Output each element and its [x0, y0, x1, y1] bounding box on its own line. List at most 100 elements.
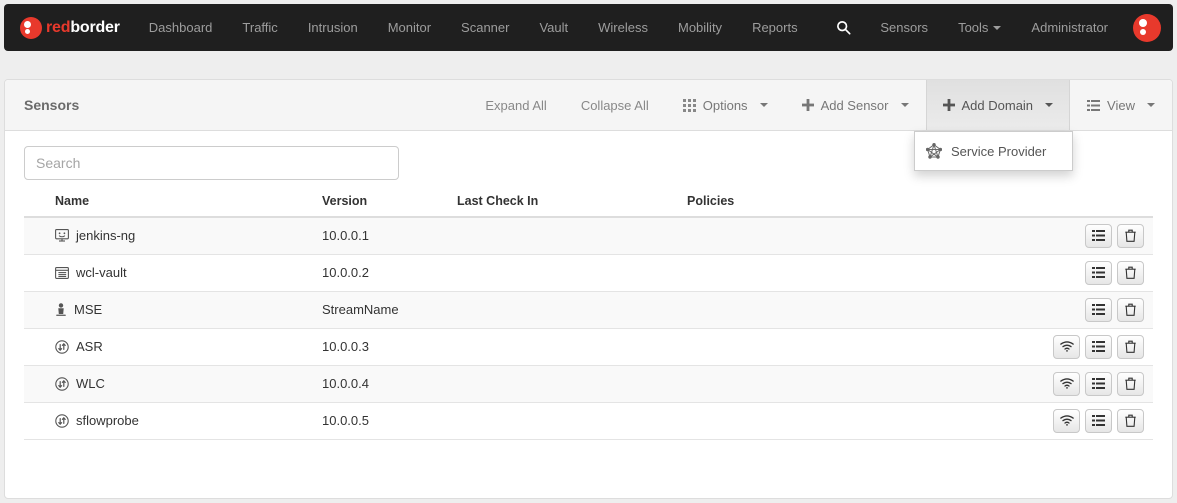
column-header-name[interactable]: Name	[24, 194, 322, 218]
sensor-name: MSE	[74, 302, 103, 317]
cell-name: MSE	[24, 291, 322, 329]
add-sensor-label: Add Sensor	[820, 97, 889, 113]
exchange-icon	[55, 339, 69, 354]
options-button[interactable]: Options	[666, 80, 785, 130]
top-navbar: redborder Dashboard Traffic Intrusion Mo…	[4, 4, 1173, 51]
nav-item-reports[interactable]: Reports	[737, 4, 813, 51]
search-icon[interactable]	[822, 4, 865, 51]
details-list-button[interactable]	[1085, 297, 1112, 322]
nav-item-dashboard[interactable]: Dashboard	[134, 4, 228, 51]
chevron-down-icon	[759, 103, 768, 107]
column-header-policies[interactable]: Policies	[687, 194, 887, 218]
details-list-button[interactable]	[1085, 223, 1112, 248]
collapse-all-label: Collapse All	[580, 97, 649, 113]
nav-item-administrator[interactable]: Administrator	[1016, 4, 1123, 51]
details-list-button[interactable]	[1085, 408, 1112, 433]
list-icon	[1087, 99, 1101, 111]
cell-last-check-in	[457, 217, 687, 255]
exchange-icon	[55, 376, 69, 391]
cell-policies	[687, 291, 887, 329]
panel-toolbar: Sensors Expand All Collapse All Options	[5, 80, 1172, 171]
dropdown-item-label: Service Provider	[951, 143, 1047, 159]
table-row[interactable]: wcl-vault 10.0.0.2	[24, 254, 1153, 292]
plus-icon	[942, 99, 955, 111]
nav-item-tools[interactable]: Tools	[943, 4, 1016, 51]
secondary-nav: Sensors Tools Administrator	[822, 4, 1173, 51]
brand-logo-link[interactable]: redborder	[4, 4, 134, 51]
column-header-last-check-in[interactable]: Last Check In	[457, 194, 687, 218]
expand-all-label: Expand All	[485, 97, 547, 113]
cell-name: WLC	[24, 365, 322, 403]
cell-policies	[687, 217, 887, 255]
cell-version: 10.0.0.4	[322, 365, 457, 403]
chevron-down-icon	[900, 103, 909, 107]
delete-button[interactable]	[1117, 334, 1144, 359]
cell-last-check-in	[457, 254, 687, 292]
expand-all-button[interactable]: Expand All	[468, 80, 563, 130]
cell-last-check-in	[457, 365, 687, 403]
wifi-button[interactable]	[1053, 371, 1080, 396]
cell-last-check-in	[457, 291, 687, 329]
search-input[interactable]	[24, 146, 399, 180]
monitor-icon	[55, 229, 69, 242]
delete-button[interactable]	[1117, 223, 1144, 248]
nav-item-vault[interactable]: Vault	[524, 4, 583, 51]
sensor-name: ASR	[76, 339, 103, 354]
network-pentagon-icon	[926, 143, 942, 159]
delete-button[interactable]	[1117, 408, 1144, 433]
cell-actions	[887, 402, 1153, 440]
chevron-down-icon	[1045, 103, 1054, 107]
brand-name-border: border	[70, 18, 120, 36]
delete-button[interactable]	[1117, 371, 1144, 396]
sensor-name: WLC	[76, 376, 105, 391]
redborder-logo-icon	[20, 16, 42, 39]
nav-item-scanner[interactable]: Scanner	[446, 4, 524, 51]
cell-version: 10.0.0.1	[322, 217, 457, 255]
chevron-down-icon	[1147, 103, 1155, 107]
nav-item-wireless[interactable]: Wireless	[583, 4, 663, 51]
table-row[interactable]: WLC 10.0.0.4	[24, 365, 1153, 403]
wifi-button[interactable]	[1053, 408, 1080, 433]
user-avatar-icon[interactable]	[1133, 13, 1161, 42]
exchange-icon	[55, 413, 69, 428]
table-row[interactable]: ASR 10.0.0.3	[24, 328, 1153, 366]
page-title: Sensors	[24, 97, 80, 113]
table-row[interactable]: sflowprobe 10.0.0.5	[24, 402, 1153, 440]
view-button[interactable]: View	[1070, 80, 1172, 130]
nav-item-mobility[interactable]: Mobility	[663, 4, 737, 51]
wifi-button[interactable]	[1053, 334, 1080, 359]
table-row[interactable]: MSE StreamName	[24, 291, 1153, 329]
nav-item-intrusion[interactable]: Intrusion	[293, 4, 373, 51]
add-sensor-button[interactable]: Add Sensor	[785, 80, 926, 130]
cell-version: 10.0.0.2	[322, 254, 457, 292]
dropdown-item-service-provider[interactable]: Service Provider	[915, 137, 1072, 165]
sensors-panel: Sensors Expand All Collapse All Options	[4, 79, 1173, 499]
sensors-table: Name Version Last Check In Policies jenk…	[24, 194, 1153, 440]
person-icon	[55, 302, 67, 317]
column-header-version[interactable]: Version	[322, 194, 457, 218]
toolbar-actions: Expand All Collapse All Options Add Sens…	[468, 80, 1172, 130]
add-domain-button[interactable]: Add Domain	[925, 80, 1071, 130]
nav-item-traffic[interactable]: Traffic	[227, 4, 292, 51]
cell-actions	[887, 365, 1153, 403]
column-header-actions	[887, 194, 1153, 218]
nav-item-sensors[interactable]: Sensors	[865, 4, 943, 51]
nav-item-monitor[interactable]: Monitor	[373, 4, 446, 51]
table-row[interactable]: jenkins-ng 10.0.0.1	[24, 217, 1153, 255]
view-label: View	[1107, 97, 1135, 113]
cell-policies	[687, 328, 887, 366]
cell-name: jenkins-ng	[24, 217, 322, 255]
cell-actions	[887, 291, 1153, 329]
cell-policies	[687, 402, 887, 440]
details-list-button[interactable]	[1085, 371, 1112, 396]
plus-icon	[801, 99, 814, 111]
details-list-button[interactable]	[1085, 334, 1112, 359]
nav-item-tools-label: Tools	[958, 20, 989, 35]
sensor-name: wcl-vault	[76, 265, 127, 280]
delete-button[interactable]	[1117, 297, 1144, 322]
cell-name: ASR	[24, 328, 322, 366]
cell-version: 10.0.0.3	[322, 328, 457, 366]
delete-button[interactable]	[1117, 260, 1144, 285]
collapse-all-button[interactable]: Collapse All	[564, 80, 666, 130]
details-list-button[interactable]	[1085, 260, 1112, 285]
